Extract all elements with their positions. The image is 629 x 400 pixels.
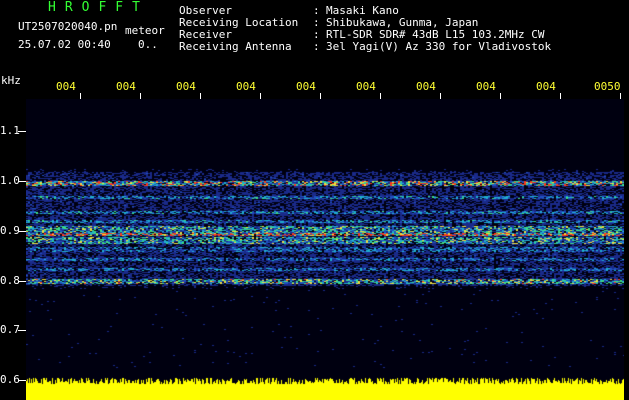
freq-label: 0.6: [0, 373, 20, 386]
time-tick-label: 004: [176, 80, 196, 93]
program-title: HROFFT: [48, 0, 149, 15]
time-tick-label: 0050: [594, 80, 621, 93]
time-tick-label: 004: [116, 80, 136, 93]
time-tick-label: 004: [536, 80, 556, 93]
info-separator: :: [313, 40, 320, 53]
info-antenna-value: 3el Yagi(V) Az 330 for Vladivostok: [326, 40, 552, 53]
time-tick-label: 004: [476, 80, 496, 93]
meteor-label: meteor: [125, 24, 165, 37]
freq-label: 1.0: [0, 174, 20, 187]
freq-grid-mark: [18, 181, 26, 182]
freq-grid-mark: [18, 380, 26, 381]
unit-label: kHz: [1, 74, 21, 87]
time-tick-label: 004: [296, 80, 316, 93]
freq-grid-mark: [18, 330, 26, 331]
time-tick-label: 004: [56, 80, 76, 93]
freq-label: 0.8: [0, 274, 20, 287]
freq-grid-mark: [18, 231, 26, 232]
freq-grid-mark: [18, 131, 26, 132]
freq-grid-mark: [18, 281, 26, 282]
date-time: 25.07.02 00:40: [18, 38, 111, 51]
freq-label: 0.7: [0, 323, 20, 336]
freq-label: 1.1: [0, 124, 20, 137]
time-tick-label: 004: [356, 80, 376, 93]
info-antenna-label: Receiving Antenna: [179, 40, 292, 53]
spectrogram-plot: [26, 99, 624, 400]
time-tick-label: 004: [416, 80, 436, 93]
time-tick-label: 004: [236, 80, 256, 93]
image-filename: UT2507020040.pn: [18, 20, 118, 33]
freq-label: 0.9: [0, 224, 20, 237]
meteor-count: 0..: [138, 38, 158, 51]
